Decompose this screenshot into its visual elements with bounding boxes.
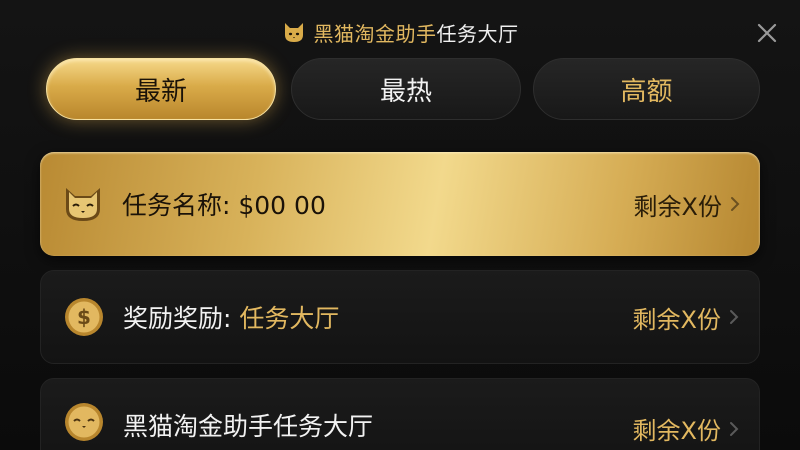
app-name: 黑猫淘金助手 xyxy=(313,21,437,46)
close-icon[interactable] xyxy=(756,22,778,44)
remaining-label: 剩余X份 xyxy=(632,417,721,445)
task-item-reward[interactable]: $ 奖励奖励: 任务大厅 剩余X份 xyxy=(40,270,760,364)
cat-coin-icon xyxy=(65,403,103,441)
tab-label: 最热 xyxy=(379,76,432,107)
dollar-coin-icon: $ xyxy=(65,298,103,336)
tab-label: 最新 xyxy=(134,76,187,107)
cat-face-icon xyxy=(66,188,100,221)
task-title: 黑猫淘金助手任务大厅 xyxy=(123,412,374,441)
remaining-count: 剩余X份 xyxy=(633,300,741,335)
tab-latest[interactable]: 最新 xyxy=(46,58,276,120)
svg-text:$: $ xyxy=(77,305,91,329)
remaining-count: 剩余X份 xyxy=(633,411,741,446)
remaining-label: 剩余X份 xyxy=(633,192,722,221)
chevron-right-icon xyxy=(731,197,740,211)
remaining-count: 剩余X份 xyxy=(634,187,742,222)
chevron-right-icon xyxy=(730,310,739,324)
tab-label: 高额 xyxy=(620,76,673,107)
task-item-featured[interactable]: 任务名称: $00 00 剩余X份 xyxy=(40,152,760,256)
tab-bar: 最新 最热 高额 xyxy=(46,58,760,122)
remaining-label: 剩余X份 xyxy=(632,305,721,334)
task-item-hall[interactable]: 黑猫淘金助手任务大厅 剩余X份 xyxy=(40,378,760,450)
reward-label: 奖励奖励: xyxy=(123,304,240,333)
cat-face-icon xyxy=(284,23,303,42)
tab-high-reward[interactable]: 高额 xyxy=(533,58,760,120)
chevron-right-icon xyxy=(730,421,739,436)
page-title: 任务大厅 xyxy=(436,21,519,46)
task-hall-window: 黑猫淘金助手 任务大厅 最新 最热 高额 任务名称: $00 00 剩余X份 $… xyxy=(0,0,800,450)
task-title: 任务名称: $00 00 xyxy=(122,191,326,220)
reward-value: 任务大厅 xyxy=(239,304,340,333)
task-title: 奖励奖励: 任务大厅 xyxy=(123,299,339,335)
header: 黑猫淘金助手 任务大厅 xyxy=(0,12,800,52)
tab-hottest[interactable]: 最热 xyxy=(291,58,521,120)
